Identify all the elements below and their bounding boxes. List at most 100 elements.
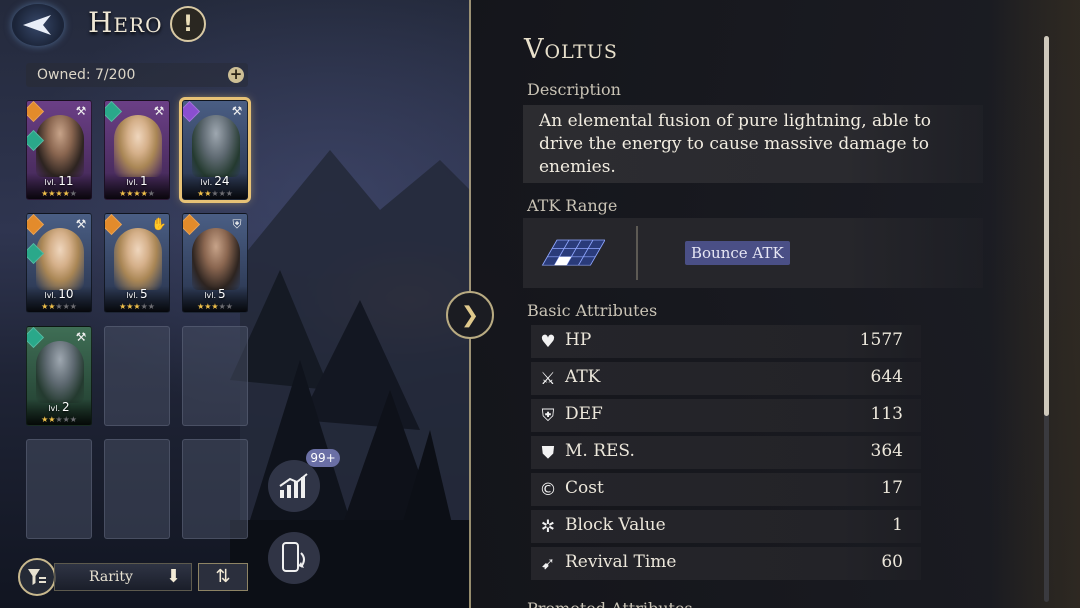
class-icon: ⚒: [153, 104, 165, 118]
atk-range-box: Bounce ATK: [523, 218, 983, 288]
rotate-device-button[interactable]: [268, 532, 320, 584]
hero-level: lvl. 24: [200, 174, 230, 188]
attribute-name: Cost: [565, 478, 604, 498]
hero-card[interactable]: ✋ lvl. 5 ★★★★★: [104, 213, 170, 313]
element-badge-icon: [183, 101, 201, 123]
sort-direction-icon: ⬇: [165, 566, 181, 587]
element-badge-icon: [183, 214, 201, 236]
attribute-value: 113: [870, 404, 903, 424]
attribute-row: © Cost 17: [531, 473, 921, 506]
attribute-value: 1: [892, 515, 903, 535]
empty-hero-slot: [182, 439, 248, 539]
stats-notification-badge: 99+: [306, 449, 340, 467]
empty-hero-slot: [26, 439, 92, 539]
sort-field-select[interactable]: Rarity ⬇: [54, 563, 192, 591]
sword-icon: ⚔: [540, 369, 556, 389]
hero-portrait: [192, 115, 240, 177]
phone-rotate-icon: [282, 542, 305, 572]
attribute-row: ⛊ M. RES. 364: [531, 436, 921, 469]
hero-card[interactable]: ⚒ lvl. 10 ★★★★★: [26, 213, 92, 313]
hero-card[interactable]: ⚒ lvl. 1 ★★★★★: [104, 100, 170, 200]
sort-toggle-button[interactable]: ⇅: [198, 563, 248, 591]
revival-icon: ➹: [540, 554, 556, 574]
star-rating: ★★★★★: [119, 189, 155, 198]
star-rating: ★★★★★: [41, 415, 77, 424]
hero-portrait: [192, 228, 240, 290]
hero-name: Voltus: [524, 34, 618, 65]
star-rating: ★★★★★: [41, 189, 77, 198]
atk-range-grid-icon: [541, 239, 605, 266]
empty-hero-slot: [104, 326, 170, 426]
class-icon: ⛨: [232, 217, 242, 231]
detail-scrollbar[interactable]: [1044, 36, 1049, 602]
magic-shield-icon: ⛊: [541, 443, 555, 463]
attribute-name: Block Value: [565, 515, 666, 535]
basic-attributes-label: Basic Attributes: [527, 301, 658, 320]
element-badge-icon: [27, 214, 45, 236]
attribute-name: M. RES.: [565, 441, 635, 461]
hero-card[interactable]: ⚒ lvl. 11 ★★★★★: [26, 100, 92, 200]
star-rating: ★★★★★: [197, 302, 233, 311]
filter-button[interactable]: [18, 558, 56, 596]
owned-label: Owned: 7/200: [37, 67, 136, 83]
element-badge-icon: [27, 101, 45, 123]
hero-card[interactable]: ⛨ lvl. 5 ★★★★★: [182, 213, 248, 313]
hero-level: lvl. 5: [126, 287, 148, 301]
hero-level: lvl. 5: [204, 287, 226, 301]
class-icon: ⚒: [75, 217, 87, 231]
hero-portrait: [114, 228, 162, 290]
element-badge-icon: [105, 101, 123, 123]
expand-roster-button[interactable]: +: [228, 67, 244, 83]
shield-icon: ⛨: [541, 406, 555, 426]
cost-icon: ©: [539, 480, 557, 500]
hero-level: lvl. 2: [48, 400, 70, 414]
back-arrow-icon: [23, 15, 51, 35]
stats-chart-icon: [279, 473, 308, 498]
promoted-attributes-label: Promoted Attributes: [527, 594, 693, 608]
attribute-row: ⚔ ATK 644: [531, 362, 921, 395]
class-icon: ✋: [151, 217, 167, 231]
empty-hero-slot: [182, 326, 248, 426]
attribute-name: HP: [565, 330, 592, 350]
atk-type-tag: Bounce ATK: [685, 241, 790, 265]
atk-range-separator: [636, 226, 638, 280]
star-rating: ★★★★★: [119, 302, 155, 311]
atk-range-label: ATK Range: [527, 196, 618, 215]
attribute-name: ATK: [565, 367, 601, 387]
attribute-value: 17: [881, 478, 903, 498]
stats-button[interactable]: [268, 460, 320, 512]
star-rating: ★★★★★: [41, 302, 77, 311]
back-button[interactable]: [12, 4, 64, 46]
star-rating: ★★★★★: [197, 189, 233, 198]
block-icon: ✲: [540, 517, 556, 537]
info-button[interactable]: !: [170, 6, 206, 42]
hero-portrait: [36, 228, 84, 290]
attribute-name: DEF: [565, 404, 603, 424]
attribute-row: ✲ Block Value 1: [531, 510, 921, 543]
sort-field-label: Rarity: [89, 569, 133, 585]
hero-level: lvl. 11: [44, 174, 74, 188]
hero-card[interactable]: ⚒ lvl. 2 ★★★★★: [26, 326, 92, 426]
filter-icon: [28, 569, 46, 585]
attribute-name: Revival Time: [565, 552, 677, 572]
class-icon: ⚒: [75, 104, 87, 118]
attribute-row: ➹ Revival Time 60: [531, 547, 921, 580]
hero-portrait: [36, 115, 84, 177]
attribute-row: ⛨ DEF 113: [531, 399, 921, 432]
right-edge-shade: [990, 0, 1080, 608]
hero-card[interactable]: ⚒ lvl. 24 ★★★★★: [179, 97, 251, 203]
empty-hero-slot: [104, 439, 170, 539]
page-title: Hero: [88, 6, 163, 39]
hero-portrait: [36, 341, 84, 403]
element-badge-icon: [105, 214, 123, 236]
description-text: An elemental fusion of pure lightning, a…: [523, 105, 983, 183]
attribute-value: 644: [870, 367, 903, 387]
collapse-panel-button[interactable]: ❯: [446, 291, 494, 339]
owned-counter: Owned: 7/200 +: [26, 63, 248, 87]
heart-hand-icon: ♥: [540, 332, 556, 352]
attribute-value: 364: [870, 441, 903, 461]
class-icon: ⚒: [231, 104, 243, 118]
class-icon: ⚒: [75, 330, 87, 344]
scrollbar-thumb[interactable]: [1044, 36, 1049, 416]
element-badge-icon: [27, 327, 45, 349]
